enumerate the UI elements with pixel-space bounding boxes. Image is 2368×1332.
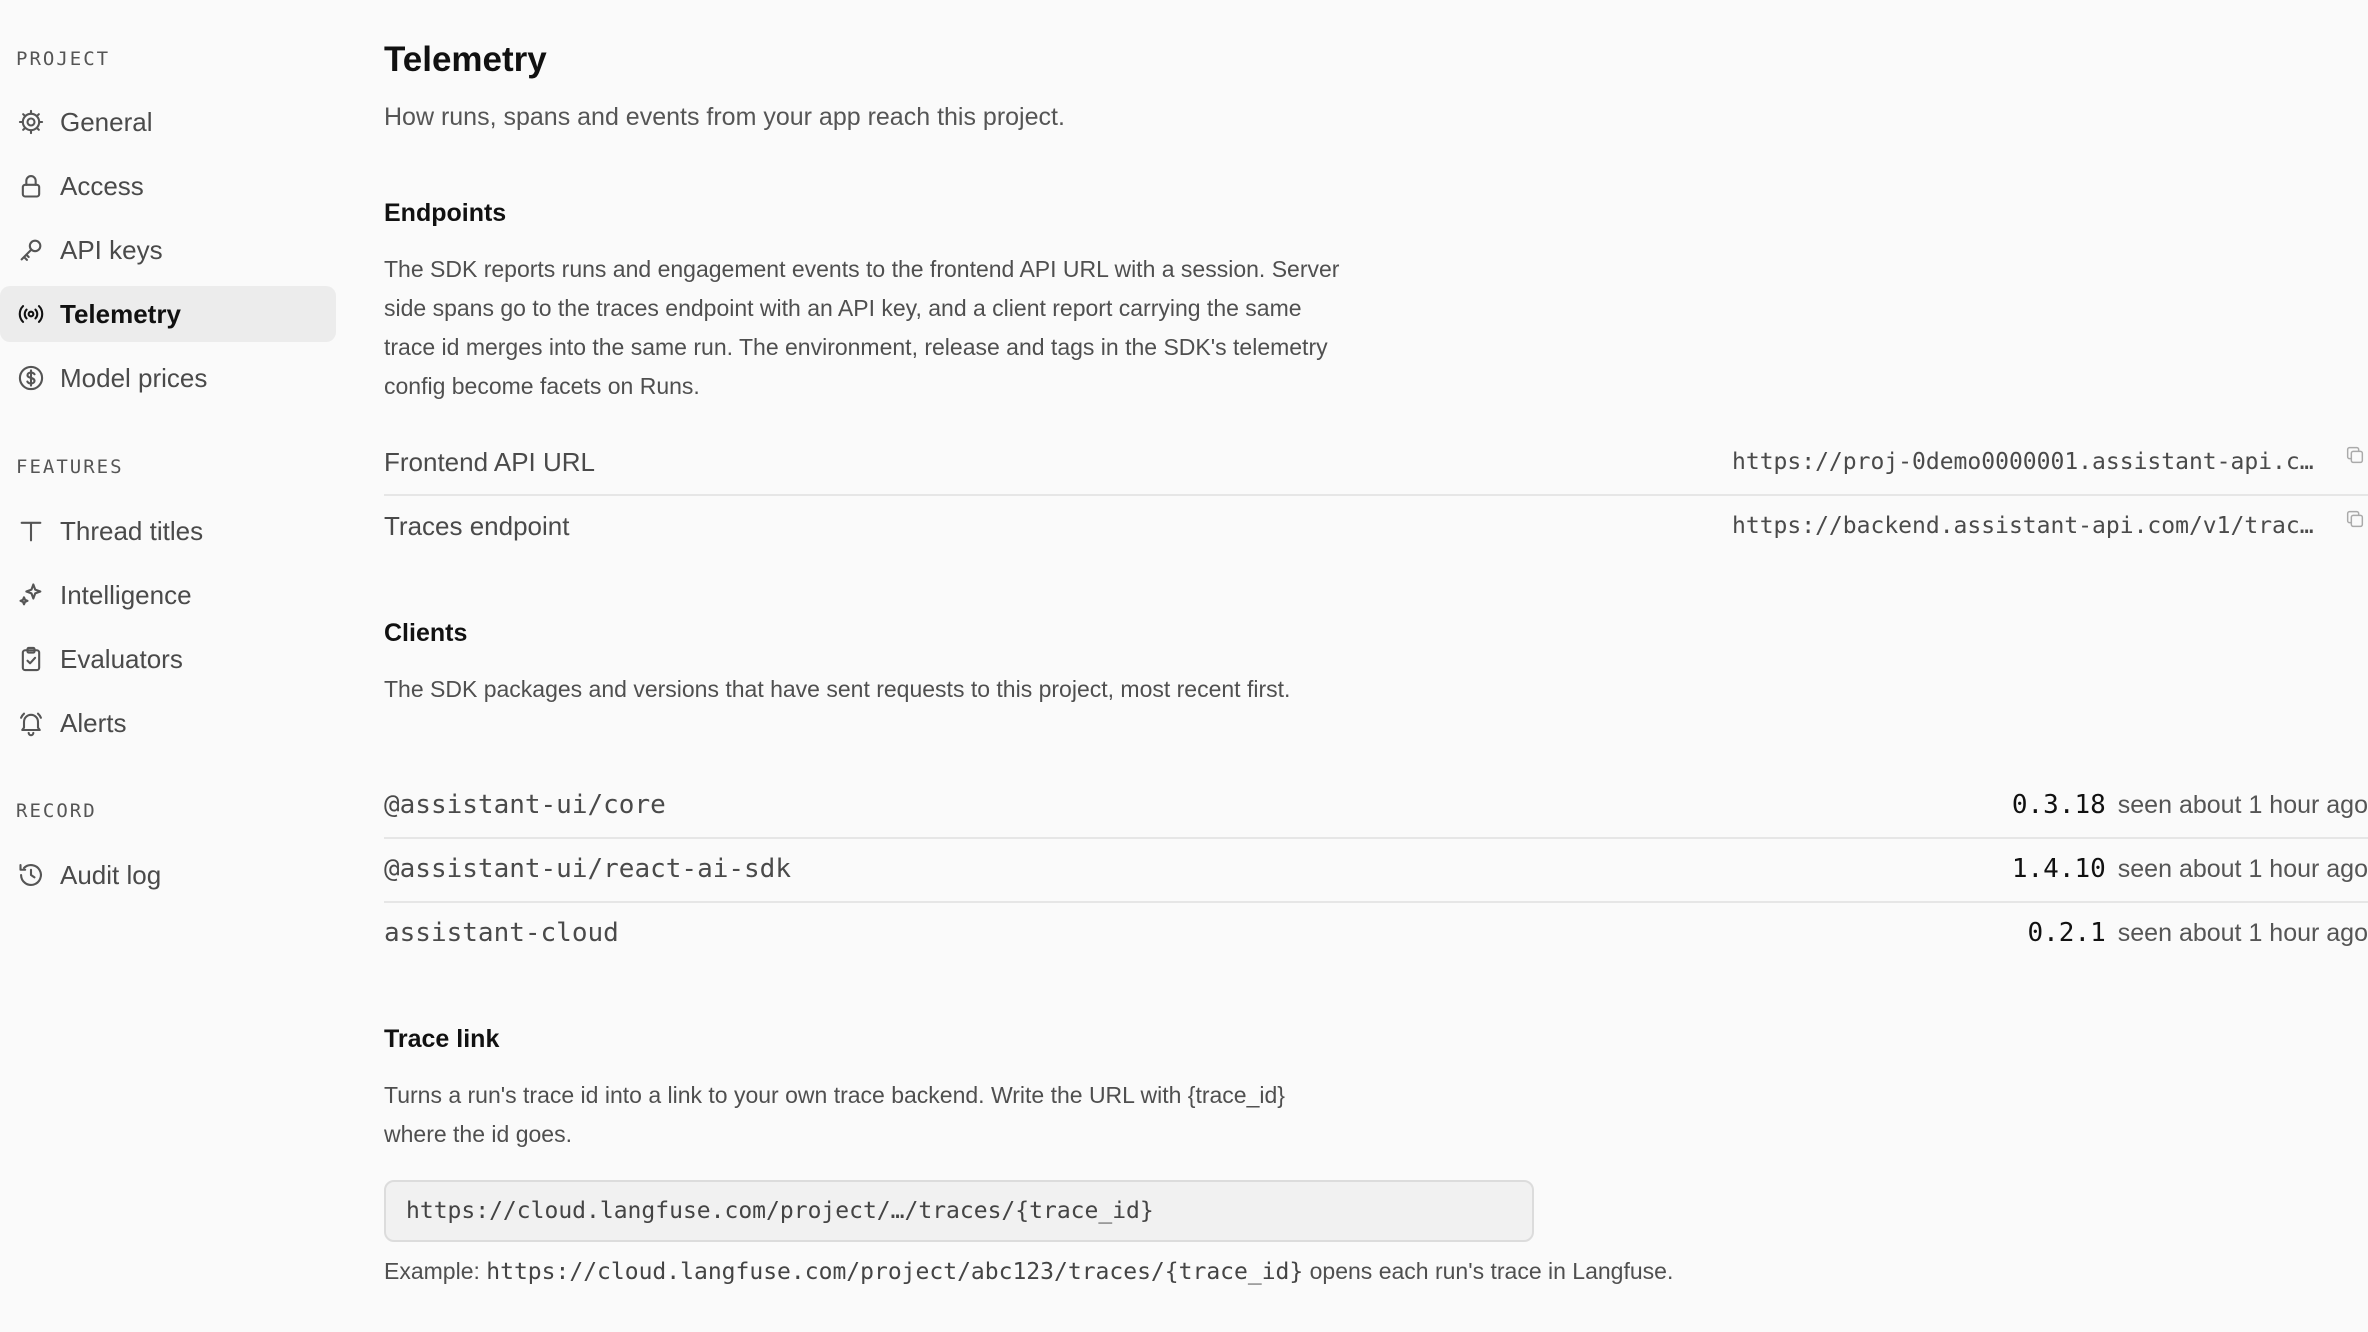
sidebar-item-label: Access — [60, 170, 144, 201]
sidebar-item-label: Audit log — [60, 859, 162, 890]
sidebar-item-label: API keys — [60, 234, 163, 265]
sidebar-item-access[interactable]: Access — [0, 158, 336, 214]
sidebar-item-thread-titles[interactable]: Thread titles — [0, 503, 336, 559]
sidebar-item-intelligence[interactable]: Intelligence — [0, 567, 336, 623]
sidebar-item-label: General — [60, 106, 153, 137]
client-package-name: @assistant-ui/react-ai-sdk — [384, 854, 791, 884]
sidebar-item-api-keys[interactable]: API keys — [0, 222, 336, 278]
example-url: https://cloud.langfuse.com/project/abc12… — [486, 1259, 1304, 1285]
settings-app: PROJECT General Access API keys Telemetr… — [0, 0, 2368, 1332]
page-subtitle: How runs, spans and events from your app… — [384, 103, 1065, 131]
client-last-seen: seen about 1 hour ago — [2117, 854, 2368, 883]
sidebar-item-alerts[interactable]: Alerts — [0, 695, 336, 751]
client-package-name: assistant-cloud — [384, 918, 619, 948]
client-package-name: @assistant-ui/core — [384, 790, 666, 820]
sidebar-item-label: Alerts — [60, 707, 127, 738]
clients-heading: Clients — [384, 619, 468, 647]
sidebar-item-audit-log[interactable]: Audit log — [0, 847, 336, 903]
sidebar-item-label: Model prices — [60, 362, 208, 393]
sidebar: PROJECT General Access API keys Telemetr… — [0, 0, 340, 1332]
example-suffix: opens each run's trace in Langfuse. — [1303, 1258, 1674, 1284]
client-version: 0.2.1 — [2027, 918, 2106, 948]
trace-link-url-input[interactable] — [384, 1180, 1534, 1242]
endpoint-url-value[interactable]: https://proj-0demo0000001.assistant-api.… — [1732, 449, 2324, 475]
copy-icon[interactable] — [2344, 444, 2368, 468]
history-icon — [16, 860, 46, 890]
sidebar-item-label: Telemetry — [60, 298, 181, 329]
client-last-seen: seen about 1 hour ago — [2117, 790, 2368, 819]
endpoints-heading: Endpoints — [384, 199, 507, 227]
client-last-seen: seen about 1 hour ago — [2117, 918, 2368, 947]
endpoint-row-traces-endpoint: Traces endpoint https://backend.assistan… — [384, 494, 2368, 558]
sidebar-item-label: Thread titles — [60, 515, 204, 546]
key-icon — [16, 235, 46, 265]
endpoint-url-value[interactable]: https://backend.assistant-api.com/v1/tra… — [1732, 513, 2324, 539]
dollar-icon — [16, 363, 46, 393]
sidebar-item-model-prices[interactable]: Model prices — [0, 350, 336, 406]
page-title: Telemetry — [384, 40, 547, 79]
sidebar-section-project: PROJECT — [16, 48, 111, 70]
clients-description: The SDK packages and versions that have … — [384, 676, 1291, 702]
client-row: @assistant-ui/core 0.3.18 seen about 1 h… — [384, 773, 2368, 839]
trace-link-description: Turns a run's trace id into a link to yo… — [384, 1082, 1285, 1147]
sidebar-item-label: Evaluators — [60, 643, 183, 674]
sidebar-section-record: RECORD — [16, 800, 97, 822]
sidebar-section-features: FEATURES — [16, 456, 124, 478]
trace-link-example: Example: https://cloud.langfuse.com/proj… — [384, 1258, 1673, 1285]
client-version: 0.3.18 — [2011, 790, 2106, 820]
endpoints-description: The SDK reports runs and engagement even… — [384, 256, 1340, 399]
trace-link-heading: Trace link — [384, 1025, 500, 1053]
client-row: @assistant-ui/react-ai-sdk 1.4.10 seen a… — [384, 837, 2368, 903]
sparkle-icon — [16, 580, 46, 610]
endpoint-label: Frontend API URL — [384, 446, 595, 477]
sidebar-item-evaluators[interactable]: Evaluators — [0, 631, 336, 687]
endpoint-label: Traces endpoint — [384, 510, 570, 541]
lock-icon — [16, 171, 46, 201]
sidebar-item-general[interactable]: General — [0, 94, 336, 150]
text-icon — [16, 516, 46, 546]
example-prefix: Example: — [384, 1258, 487, 1284]
client-version: 1.4.10 — [2011, 854, 2106, 884]
endpoint-row-frontend-api-url: Frontend API URL https://proj-0demo00000… — [384, 430, 2368, 496]
sidebar-item-telemetry[interactable]: Telemetry — [0, 286, 336, 342]
copy-icon[interactable] — [2344, 508, 2368, 532]
clipboard-check-icon — [16, 644, 46, 674]
bell-icon — [16, 708, 46, 738]
sidebar-item-label: Intelligence — [60, 579, 192, 610]
client-row: assistant-cloud 0.2.1 seen about 1 hour … — [384, 901, 2368, 965]
gear-icon — [16, 107, 46, 137]
broadcast-icon — [16, 299, 46, 329]
